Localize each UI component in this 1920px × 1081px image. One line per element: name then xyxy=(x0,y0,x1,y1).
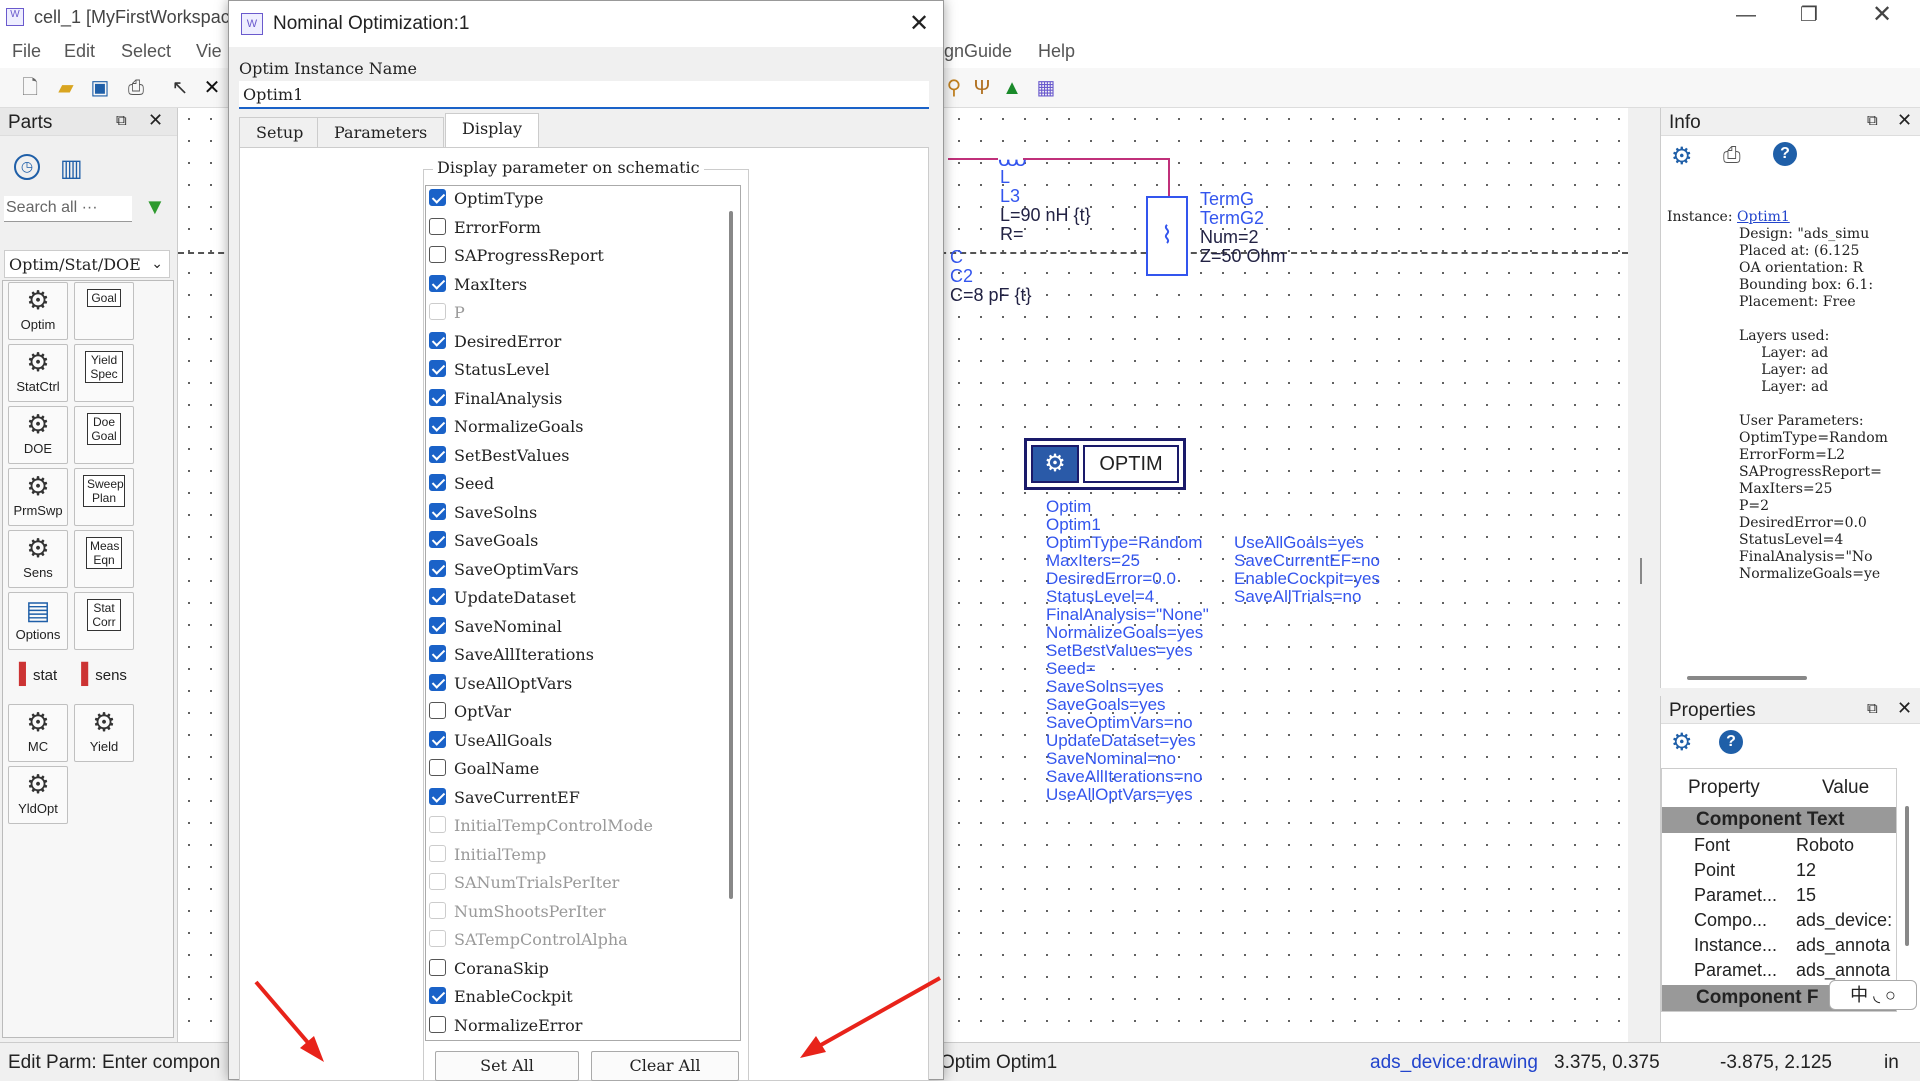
left-red-arrow xyxy=(254,980,324,1062)
right-red-arrow xyxy=(800,976,941,1058)
annotation-arrows xyxy=(254,976,941,1062)
